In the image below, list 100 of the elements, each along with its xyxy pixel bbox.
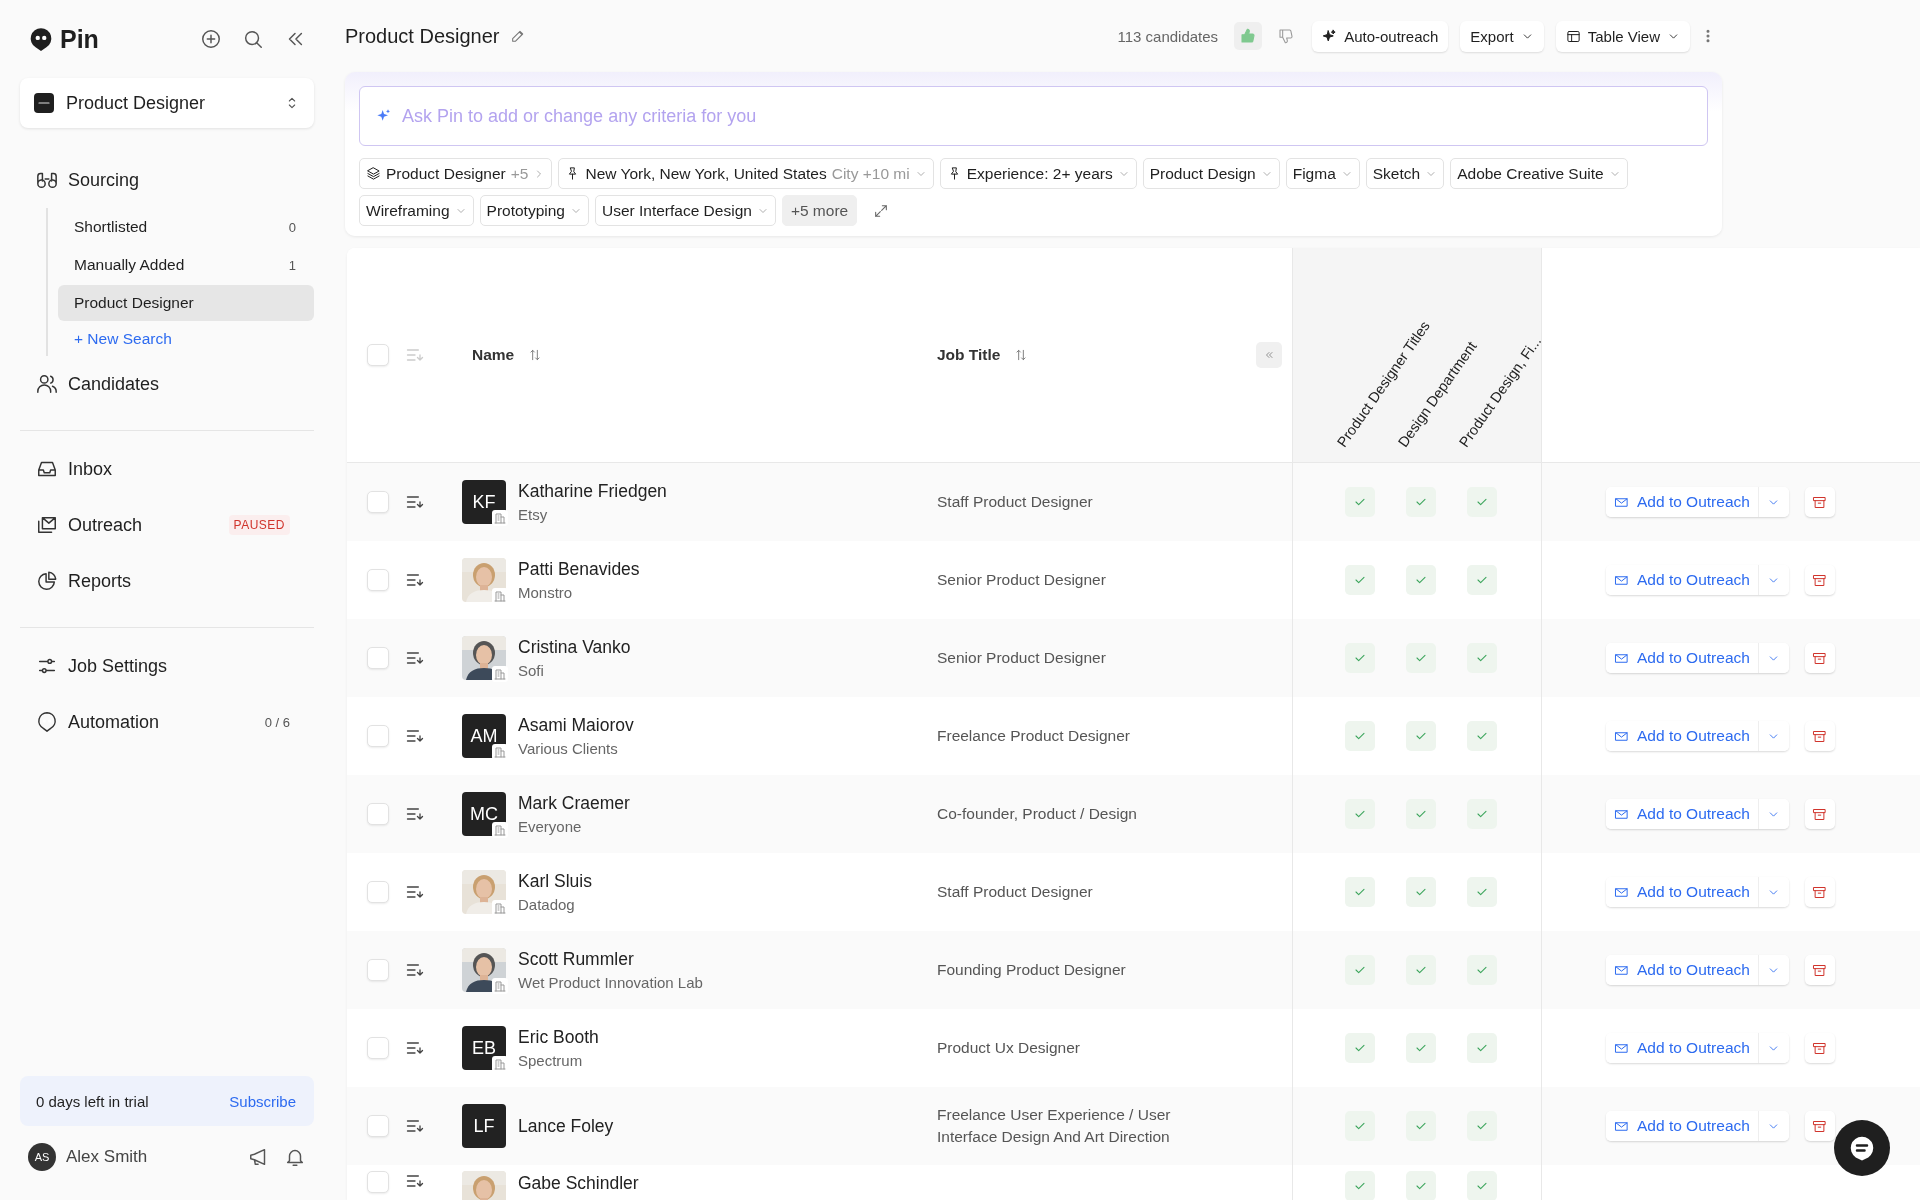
job-title: Freelance User Experience / User Interface Design And Art Direction xyxy=(937,1105,1172,1147)
count: 0 xyxy=(288,219,296,235)
workspace-selector[interactable]: Product Designer xyxy=(20,78,314,128)
candidate-name[interactable]: Scott Rummler xyxy=(518,949,703,970)
sub-nav-item[interactable]: Product Designer xyxy=(58,285,314,321)
row-checkbox[interactable] xyxy=(367,959,389,981)
job-title: Staff Product Designer xyxy=(937,492,1093,512)
column-header[interactable]: Job Title xyxy=(937,346,1001,364)
criteria-chip[interactable]: Figma xyxy=(1285,158,1360,189)
avatar: LF xyxy=(462,1104,506,1148)
candidate-name[interactable]: Eric Booth xyxy=(518,1027,599,1048)
nav-item[interactable]: Inbox xyxy=(20,441,314,497)
building-icon xyxy=(492,978,508,994)
candidate-name[interactable]: Asami Maiorov xyxy=(518,715,634,736)
nav-icon xyxy=(36,570,58,592)
add-to-outreach-button[interactable]: Add to Outreach xyxy=(1606,955,1759,985)
add-to-outreach-button[interactable]: Add to Outreach xyxy=(1606,487,1759,517)
ask-field[interactable]: Ask Pin to add or change any criteria for you xyxy=(359,86,1708,146)
row-checkbox[interactable] xyxy=(367,647,389,669)
user-avatar[interactable]: AS xyxy=(28,1143,56,1171)
sort-icon[interactable] xyxy=(528,348,543,362)
row-checkbox[interactable] xyxy=(367,803,389,825)
select-all-checkbox[interactable] xyxy=(367,344,389,366)
archive-button[interactable] xyxy=(1804,799,1835,829)
auto-outreach-button[interactable]: Auto-outreach xyxy=(1312,20,1449,52)
add-to-outreach-button[interactable]: Add to Outreach xyxy=(1606,799,1759,829)
building-icon xyxy=(492,900,508,916)
company-name: Wet Product Innovation Lab xyxy=(518,974,703,991)
job-title: Freelance Product Designer xyxy=(937,726,1130,746)
count: 1 xyxy=(288,257,296,273)
sort-icon[interactable] xyxy=(1014,348,1029,362)
candidate-name[interactable]: Gabe Schindler xyxy=(518,1173,639,1194)
add-to-outreach-button[interactable]: Add to Outreach xyxy=(1606,565,1759,595)
view-selector[interactable]: Table View xyxy=(1555,20,1690,52)
double-chevron-left-icon xyxy=(1263,349,1275,361)
row-checkbox[interactable] xyxy=(367,725,389,747)
export-button[interactable]: Export xyxy=(1460,20,1544,52)
add-to-outreach-button[interactable]: Add to Outreach xyxy=(1606,877,1759,907)
nav-item[interactable]: Outreach PAUSED xyxy=(20,497,314,553)
criteria-chip[interactable]: New York, New York, United States City +10 mi xyxy=(558,158,934,189)
candidate-name[interactable]: Lance Foley xyxy=(518,1115,614,1137)
nav-item[interactable]: Automation 0 / 6 xyxy=(20,694,314,750)
sparkle-icon xyxy=(1322,28,1338,44)
thumbs-up-icon[interactable] xyxy=(1234,22,1263,50)
company-name: Monstro xyxy=(518,584,574,601)
nav-item[interactable]: Reports xyxy=(20,553,314,609)
new-search-link[interactable]: + New Search xyxy=(58,322,314,356)
edit-icon[interactable] xyxy=(509,28,526,44)
add-to-outreach-button[interactable]: Add to Outreach xyxy=(1606,1033,1759,1063)
archive-button[interactable] xyxy=(1804,565,1835,595)
archive-icon xyxy=(1812,494,1828,510)
candidate-name[interactable]: Cristina Vanko xyxy=(518,637,631,658)
row-checkbox[interactable] xyxy=(367,1037,389,1059)
job-title: Founding Product Designer xyxy=(937,960,1126,980)
candidate-count: 113 candidates xyxy=(1117,27,1219,45)
expand-icon[interactable] xyxy=(873,202,890,219)
layers-icon xyxy=(366,166,381,181)
criteria-chip[interactable]: Adobe Creative Suite xyxy=(1450,158,1628,189)
archive-button[interactable] xyxy=(1804,955,1835,985)
row-checkbox[interactable] xyxy=(367,1171,389,1193)
archive-button[interactable] xyxy=(1804,487,1835,517)
criteria-chip[interactable]: User Interface Design xyxy=(594,195,776,226)
subscribe-link[interactable]: Subscribe xyxy=(229,1092,296,1110)
criteria-chip[interactable]: Sketch xyxy=(1365,158,1445,189)
archive-button[interactable] xyxy=(1804,877,1835,907)
archive-button[interactable] xyxy=(1804,1033,1835,1063)
column-header[interactable]: Name xyxy=(472,346,515,364)
sub-nav-item[interactable]: Shortlisted 0 xyxy=(58,209,314,245)
row-checkbox[interactable] xyxy=(367,1115,389,1137)
criteria-chip[interactable]: Prototyping xyxy=(479,195,589,226)
archive-button[interactable] xyxy=(1804,721,1835,751)
add-to-outreach-button[interactable]: Add to Outreach xyxy=(1606,1111,1759,1141)
nav-item[interactable]: Candidates xyxy=(20,356,314,412)
candidate-name[interactable]: Patti Benavides xyxy=(518,559,640,580)
add-to-outreach-button[interactable]: Add to Outreach xyxy=(1606,721,1759,751)
row-checkbox[interactable] xyxy=(367,491,389,513)
criteria-chip[interactable]: Product Design xyxy=(1142,158,1280,189)
user-name: Alex Smith xyxy=(66,1147,148,1167)
archive-button[interactable] xyxy=(1804,1111,1835,1141)
company-name: Sofi xyxy=(518,662,545,679)
nav-item[interactable]: Sourcing xyxy=(20,152,314,208)
more-chip[interactable]: +5 more xyxy=(781,195,858,226)
search-icon[interactable] xyxy=(242,28,264,50)
archive-button[interactable] xyxy=(1804,643,1835,673)
row-checkbox[interactable] xyxy=(367,881,389,903)
candidate-name[interactable]: Mark Craemer xyxy=(518,793,630,814)
building-icon xyxy=(492,1056,508,1072)
nav-icon xyxy=(36,514,58,536)
criteria-chip[interactable]: Wireframing xyxy=(359,195,474,226)
add-icon[interactable] xyxy=(200,28,222,50)
nav-item[interactable]: Job Settings xyxy=(20,638,314,694)
candidate-name[interactable]: Karl Sluis xyxy=(518,871,592,892)
criteria-chip[interactable]: Experience: 2+ years xyxy=(939,158,1137,189)
archive-icon xyxy=(1812,1118,1828,1134)
criteria-chip[interactable]: Product Designer +5 xyxy=(359,158,553,189)
sub-nav-item[interactable]: Manually Added 1 xyxy=(58,247,314,283)
candidate-name[interactable]: Katharine Friedgen xyxy=(518,481,667,502)
add-to-outreach-button[interactable]: Add to Outreach xyxy=(1606,643,1759,673)
row-checkbox[interactable] xyxy=(367,569,389,591)
nav-icon xyxy=(36,373,58,395)
